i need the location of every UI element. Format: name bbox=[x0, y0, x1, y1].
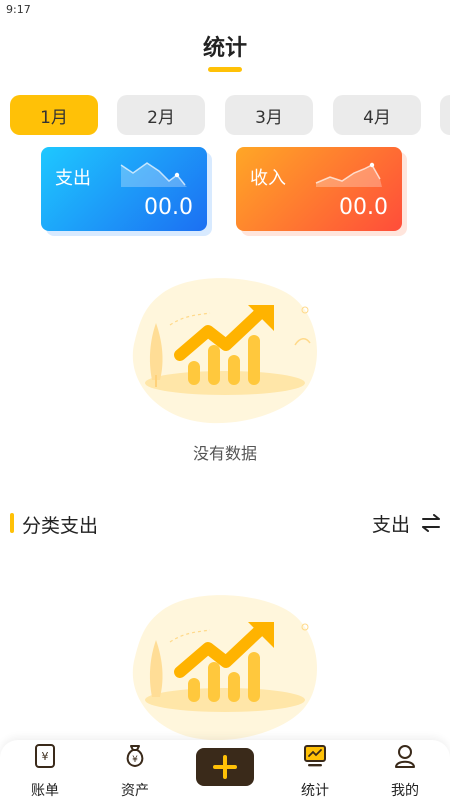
empty-state-illustration bbox=[132, 278, 317, 424]
expense-label: 支出 bbox=[55, 168, 91, 189]
empty-state-text: 没有数据 bbox=[192, 444, 257, 463]
page-title: 统计 bbox=[202, 36, 247, 61]
month-tabs: 1月 2月 3月 4月 bbox=[10, 95, 450, 137]
add-record-button[interactable] bbox=[196, 748, 254, 786]
month-tab-2[interactable]: 2月 bbox=[117, 95, 205, 135]
income-amount: 00.0 bbox=[339, 195, 388, 220]
expense-amount: 00.0 bbox=[144, 195, 193, 220]
tab-mine[interactable]: 我的 bbox=[370, 740, 440, 800]
tab-label: 资产 bbox=[121, 783, 149, 799]
section-title: 分类支出 bbox=[22, 515, 99, 537]
income-card[interactable]: 收入 00.0 bbox=[236, 147, 402, 231]
title-underline bbox=[208, 67, 242, 72]
status-time: 9:17 bbox=[6, 3, 31, 16]
month-tab-5[interactable] bbox=[440, 95, 450, 135]
profile-icon bbox=[395, 745, 415, 768]
money-bag-icon: ¥ bbox=[126, 745, 144, 767]
tab-assets[interactable]: ¥ 资产 bbox=[100, 740, 170, 800]
svg-text:¥: ¥ bbox=[132, 755, 138, 765]
bill-icon: ¥ bbox=[35, 744, 55, 768]
tab-label: 账单 bbox=[31, 783, 59, 799]
type-toggle-label: 支出 bbox=[371, 513, 410, 536]
tab-label: 统计 bbox=[301, 783, 329, 799]
month-tab-4[interactable]: 4月 bbox=[333, 95, 421, 135]
type-toggle[interactable]: 支出 bbox=[372, 508, 440, 538]
status-bar: 9:17 bbox=[0, 0, 450, 18]
tab-label: 我的 bbox=[391, 783, 419, 799]
stats-icon bbox=[304, 745, 326, 767]
tab-stats[interactable]: 统计 bbox=[280, 740, 350, 800]
wave-chart-icon bbox=[315, 162, 382, 187]
section-accent-bar bbox=[10, 513, 14, 533]
expense-card[interactable]: 支出 00.0 bbox=[41, 147, 207, 231]
tab-bill[interactable]: ¥ 账单 bbox=[10, 740, 80, 800]
month-tab-1[interactable]: 1月 bbox=[10, 95, 98, 135]
swap-icon bbox=[422, 514, 440, 532]
month-tab-3[interactable]: 3月 bbox=[225, 95, 313, 135]
svg-text:¥: ¥ bbox=[42, 750, 49, 763]
wave-chart-icon bbox=[120, 162, 187, 187]
add-icon bbox=[213, 755, 237, 779]
income-label: 收入 bbox=[250, 168, 286, 189]
empty-state-illustration bbox=[132, 595, 317, 741]
